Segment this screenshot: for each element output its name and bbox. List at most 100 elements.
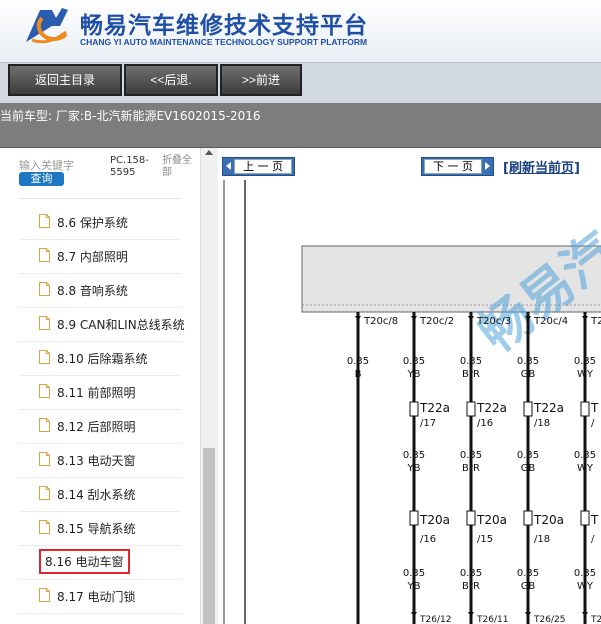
wire-size: 0.35 xyxy=(460,356,482,367)
wire-size: 0.35 xyxy=(574,356,596,367)
tree-item-label: 8.10 后除霜系统 xyxy=(57,352,148,366)
wire-color: WY xyxy=(577,581,594,592)
connector-label: T xyxy=(590,401,599,415)
tree-item-label: 8.14 刮水系统 xyxy=(57,488,136,502)
connector-pin: /16 xyxy=(477,418,493,429)
pc-code: PC.158-5595 xyxy=(110,155,149,178)
query-button[interactable]: 查询 xyxy=(19,172,64,186)
connector-label: T20a xyxy=(533,513,564,527)
wire-color: BrR xyxy=(462,369,480,380)
connector-pin: / xyxy=(591,534,595,545)
tree-item[interactable]: 8.10 后除霜系统 xyxy=(19,341,181,376)
tree-item-label: 8.17 电动门锁 xyxy=(57,590,136,604)
connector-label: T22a xyxy=(533,401,564,415)
home-button[interactable]: 返回主目录 xyxy=(8,64,122,96)
collapse-all-link[interactable]: 折叠全部 xyxy=(162,155,198,179)
tree-item[interactable]: 8.12 后部照明 xyxy=(19,409,181,444)
car-info-bar: 当前车型: 厂家:B-北汽新能源EV1602015-2016 xyxy=(0,103,601,148)
file-icon xyxy=(39,282,50,296)
tree-item-label: 8.8 音响系统 xyxy=(57,284,128,298)
wire-size: 0.35 xyxy=(347,356,369,367)
wire-color: WY xyxy=(577,463,594,474)
tree-item[interactable]: 8.15 导航系统 xyxy=(19,511,181,546)
wire-size: 0.35 xyxy=(403,450,425,461)
pin-label: T2 xyxy=(590,316,601,327)
refresh-page-link[interactable]: [刷新当前页] xyxy=(503,157,580,176)
back-button[interactable]: <<后退. xyxy=(124,64,218,96)
pin-label: T20c/4 xyxy=(533,316,568,327)
connector-icon xyxy=(409,510,419,526)
tree-item-label: 8.12 后部照明 xyxy=(57,420,136,434)
current-car-model: 当前车型: 厂家:B-北汽新能源EV1602015-2016 xyxy=(0,109,261,123)
sidebar-scrollbar[interactable] xyxy=(200,148,218,624)
diagram-viewer: 上 一 页 下 一 页 [刷新当前页] 畅易汽 T20c/8 0.35 B T20c/… xyxy=(218,148,601,624)
connector-label: T xyxy=(590,513,599,527)
tree-item-label: 8.11 前部照明 xyxy=(57,386,136,400)
connector-pin: /15 xyxy=(477,534,493,545)
divider xyxy=(19,198,181,199)
tree-item-selected[interactable]: 8.16 电动车窗 xyxy=(19,545,181,580)
scroll-thumb[interactable] xyxy=(203,448,215,624)
file-icon xyxy=(39,418,50,432)
header: 畅易汽车维修技术支持平台 CHANG YI AUTO MAINTENANCE T… xyxy=(0,0,601,62)
site-title: 畅易汽车维修技术支持平台 xyxy=(80,13,368,39)
wire-size: 0.35 xyxy=(517,568,539,579)
pin-label: T26/11 xyxy=(476,615,508,624)
tree-item[interactable]: 8.7 内部照明 xyxy=(19,239,181,274)
pin-arrow-icon xyxy=(411,612,417,617)
pin-arrow-icon xyxy=(355,316,361,321)
wire-size: 0.35 xyxy=(574,568,596,579)
connector-icon xyxy=(523,510,533,526)
wire-color: GB xyxy=(521,463,536,474)
arrow-right-icon xyxy=(485,162,490,170)
connector-label: T20a xyxy=(419,513,450,527)
prev-page-label: 上 一 页 xyxy=(234,159,292,174)
pin-arrow-icon xyxy=(525,612,531,617)
tree-item[interactable]: 8.9 CAN和LIN总线系统 xyxy=(19,307,185,342)
connector-pin: /17 xyxy=(420,418,436,429)
connector-pin: / xyxy=(591,418,595,429)
connector-pin: /16 xyxy=(420,534,436,545)
tree-item[interactable]: 8.11 前部照明 xyxy=(19,375,181,410)
next-page-button[interactable]: 下 一 页 xyxy=(421,157,494,176)
tree-item-label: 8.16 电动车窗 xyxy=(39,549,130,574)
arrow-left-icon xyxy=(226,162,231,170)
pin-label: T20c/8 xyxy=(363,316,398,327)
forward-button[interactable]: >>前进 xyxy=(220,64,302,96)
tree-item[interactable]: 8.8 音响系统 xyxy=(19,273,181,308)
pin-arrow-icon xyxy=(582,316,588,321)
file-icon xyxy=(39,588,50,602)
pin-arrow-icon xyxy=(411,316,417,321)
file-icon xyxy=(39,452,50,466)
site-subtitle: CHANG YI AUTO MAINTENANCE TECHNOLOGY SUP… xyxy=(80,37,368,47)
wire-size: 0.35 xyxy=(517,356,539,367)
file-icon xyxy=(39,214,50,228)
tree-item[interactable]: 8.6 保护系统 xyxy=(19,205,181,240)
connector-icon xyxy=(466,401,476,417)
wire-size: 0.35 xyxy=(403,568,425,579)
wiring-diagram: 畅易汽 T20c/80.35BT20c/20.35YBT22a/170.35YB… xyxy=(223,180,601,624)
wire-size: 0.35 xyxy=(574,450,596,461)
tree-item[interactable]: 8.14 刮水系统 xyxy=(19,477,181,512)
connector-label: T22a xyxy=(419,401,450,415)
connector-icon xyxy=(523,401,533,417)
prev-page-button[interactable]: 上 一 页 xyxy=(222,157,295,176)
scroll-up-icon[interactable] xyxy=(205,150,213,155)
nav-bar: 返回主目录 <<后退. >>前进 xyxy=(0,62,601,103)
wire-size: 0.35 xyxy=(403,356,425,367)
tree-item[interactable]: 8.13 电动天窗 xyxy=(19,443,181,478)
sidebar: 输入关键字 查询 PC.158-5595 折叠全部 8.6 保护系统 8.7 内部… xyxy=(0,148,218,624)
pin-arrow-icon xyxy=(468,612,474,617)
pin-label: T2 xyxy=(590,615,601,624)
wire-size: 0.35 xyxy=(460,568,482,579)
wire-color: BrR xyxy=(462,581,480,592)
file-icon xyxy=(39,520,50,534)
search-label: 输入关键字 xyxy=(19,159,74,172)
wire-color: GB xyxy=(521,581,536,592)
wire-color: GB xyxy=(521,369,536,380)
wire-color: YB xyxy=(407,463,421,474)
pin-label: T20c/2 xyxy=(419,316,454,327)
file-icon xyxy=(39,384,50,398)
pin-label: T26/25 xyxy=(533,615,565,624)
tree-item[interactable]: 8.17 电动门锁 xyxy=(19,579,181,614)
